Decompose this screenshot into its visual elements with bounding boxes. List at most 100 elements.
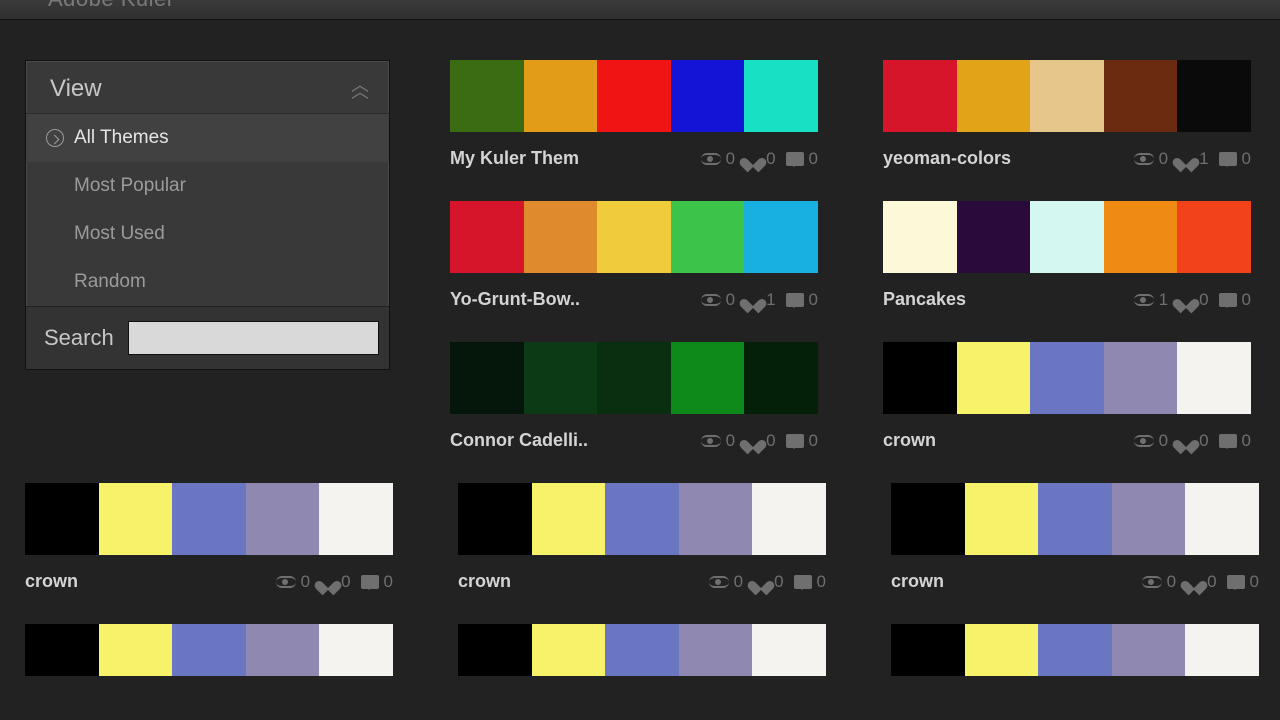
stat: 0	[701, 149, 735, 169]
swatch	[172, 624, 246, 676]
comments-icon	[794, 575, 812, 589]
theme-stats: 010	[701, 290, 818, 310]
theme-meta: crown 0 0 0	[25, 555, 393, 592]
stat-value: 0	[1242, 431, 1251, 451]
theme-card[interactable]: crown 0 0 0	[25, 483, 393, 592]
stat-value: 0	[341, 572, 350, 592]
app-title: Adobe Kuler	[48, 0, 175, 12]
search-input[interactable]	[128, 321, 379, 355]
theme-name: crown	[25, 571, 78, 592]
theme-meta: Pancakes 1 0 0	[883, 273, 1251, 310]
comments-icon	[1219, 434, 1237, 448]
swatch	[1038, 483, 1112, 555]
stat-value: 0	[726, 149, 735, 169]
theme-card[interactable]: My Kuler Them 0 0 0	[450, 60, 818, 169]
theme-meta: yeoman-colors010	[883, 132, 1251, 169]
theme-name: crown	[891, 571, 944, 592]
swatch	[957, 60, 1031, 132]
stat-value: 0	[1199, 431, 1208, 451]
stat: 0	[1219, 290, 1251, 310]
comments-icon	[1227, 575, 1245, 589]
sidebar-item-most-used[interactable]: Most Used	[26, 210, 389, 258]
stat-value: 0	[817, 572, 826, 592]
stat-value: 0	[301, 572, 310, 592]
stat: 0	[709, 572, 743, 592]
swatch	[532, 483, 606, 555]
swatch	[752, 483, 826, 555]
stat: 0	[794, 572, 826, 592]
theme-card[interactable]: Pancakes 1 0 0	[883, 201, 1251, 310]
likes-icon	[1178, 152, 1194, 166]
theme-card[interactable]: crown 000	[891, 483, 1259, 592]
stat: 0	[745, 431, 775, 451]
stat: 0	[1186, 572, 1216, 592]
stat: 1	[1134, 290, 1168, 310]
theme-name: Pancakes	[883, 289, 966, 310]
theme-card[interactable]: yeoman-colors010	[883, 60, 1251, 169]
panel-header[interactable]: View ︿︿	[26, 61, 389, 114]
search-row: Search	[26, 306, 389, 369]
swatch	[605, 483, 679, 555]
theme-meta: Yo-Grunt-Bow.. 010	[450, 273, 818, 310]
stat-value: 0	[384, 572, 393, 592]
theme-card[interactable]: crown000	[458, 483, 826, 592]
swatch-row	[883, 201, 1251, 273]
swatch	[605, 624, 679, 676]
swatch	[1177, 60, 1251, 132]
stat-value: 0	[1159, 149, 1168, 169]
swatch	[524, 201, 598, 273]
theme-card[interactable]	[891, 624, 1259, 676]
theme-card[interactable]: Yo-Grunt-Bow.. 010	[450, 201, 818, 310]
sidebar-item-most-popular[interactable]: Most Popular	[26, 162, 389, 210]
theme-card[interactable]	[25, 624, 393, 676]
theme-stats: 000	[1142, 572, 1259, 592]
theme-stats: 0 0 0	[1134, 431, 1251, 451]
likes-icon	[1178, 434, 1194, 448]
stat: 0	[1178, 431, 1208, 451]
swatch	[883, 201, 957, 273]
swatch	[25, 483, 99, 555]
sidebar-item-all-themes[interactable]: All Themes	[26, 114, 389, 162]
swatch	[883, 60, 957, 132]
swatch	[679, 624, 753, 676]
stat: 0	[320, 572, 350, 592]
swatch	[1177, 342, 1251, 414]
swatch	[319, 483, 393, 555]
collapse-icon[interactable]: ︿︿	[351, 80, 369, 98]
theme-name: My Kuler Them	[450, 148, 579, 169]
stat: 0	[745, 149, 775, 169]
stat: 1	[745, 290, 775, 310]
swatch	[671, 60, 745, 132]
swatch	[172, 483, 246, 555]
theme-name: Yo-Grunt-Bow..	[450, 289, 580, 310]
likes-icon	[1186, 575, 1202, 589]
swatch	[671, 201, 745, 273]
theme-card[interactable]: Connor Cadelli..000	[450, 342, 818, 451]
swatch-row	[458, 483, 826, 555]
stat-value: 0	[1242, 290, 1251, 310]
swatch	[1030, 342, 1104, 414]
theme-card[interactable]	[458, 624, 826, 676]
stat-value: 0	[766, 149, 775, 169]
comments-icon	[786, 434, 804, 448]
theme-stats: 000	[709, 572, 826, 592]
stat-value: 0	[1199, 290, 1208, 310]
theme-meta: crown000	[458, 555, 826, 592]
stat-value: 0	[809, 149, 818, 169]
stat-value: 0	[1207, 572, 1216, 592]
comments-icon	[1219, 293, 1237, 307]
stat: 0	[786, 431, 818, 451]
swatch	[597, 201, 671, 273]
swatch	[450, 342, 524, 414]
swatch	[1185, 483, 1259, 555]
theme-card[interactable]: crown000	[883, 342, 1251, 451]
sidebar-item-random[interactable]: Random	[26, 258, 389, 306]
swatch	[458, 624, 532, 676]
swatch-row	[891, 624, 1259, 676]
stat: 0	[1134, 431, 1168, 451]
likes-icon	[320, 575, 336, 589]
stat: 0	[753, 572, 783, 592]
swatch-row	[25, 483, 393, 555]
stat-value: 0	[726, 290, 735, 310]
sidebar: View ︿︿ All ThemesMost PopularMost UsedR…	[25, 60, 390, 451]
